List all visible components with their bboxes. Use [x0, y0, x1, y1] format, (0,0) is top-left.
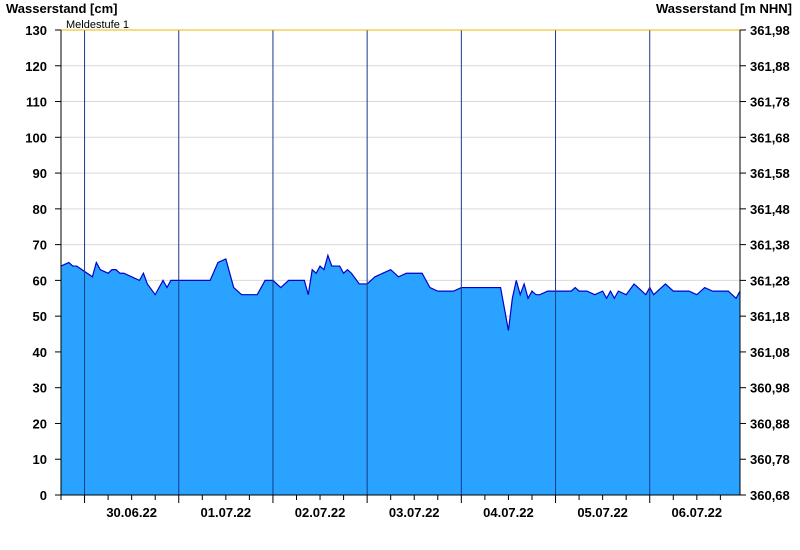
- x-tick-label: 03.07.22: [389, 505, 440, 520]
- y-tick-label-right: 361,38: [750, 238, 790, 253]
- threshold-label: Meldestufe 1: [66, 19, 129, 31]
- x-tick-label: 06.07.22: [672, 505, 723, 520]
- y-tick-label-left: 10: [33, 452, 47, 467]
- y-tick-label-right: 361,28: [750, 273, 790, 288]
- y-tick-label-right: 361,98: [750, 23, 790, 38]
- y-tick-label-left: 70: [33, 238, 47, 253]
- y-tick-label-right: 360,68: [750, 488, 790, 503]
- x-tick-label: 02.07.22: [295, 505, 346, 520]
- y-tick-label-left: 60: [33, 273, 47, 288]
- y-tick-label-right: 361,88: [750, 59, 790, 74]
- y-tick-label-left: 50: [33, 309, 47, 324]
- y-tick-label-right: 361,58: [750, 166, 790, 181]
- y-tick-label-left: 20: [33, 416, 47, 431]
- y-tick-label-left: 80: [33, 202, 47, 217]
- y-tick-label-left: 0: [40, 488, 47, 503]
- water-level-area: [61, 255, 740, 495]
- y-tick-label-right: 360,98: [750, 381, 790, 396]
- y-tick-label-left: 110: [26, 95, 47, 110]
- water-level-chart: Meldestufe 1 0 360,68 10 360,78 20 360,88 30 360…: [25, 19, 790, 520]
- y-tick-label-left: 100: [25, 130, 47, 145]
- x-tick-label: 05.07.22: [577, 505, 628, 520]
- y-tick-label-right: 360,88: [750, 416, 790, 431]
- y-tick-label-left: 90: [33, 166, 47, 181]
- y-tick-label-right: 361,18: [750, 309, 790, 324]
- y-tick-label-right: 361,68: [750, 130, 790, 145]
- y-tick-label-right: 360,78: [750, 452, 790, 467]
- y-tick-label-right: 361,48: [750, 202, 790, 217]
- x-tick-label: 01.07.22: [201, 505, 252, 520]
- x-tick-label: 04.07.22: [483, 505, 534, 520]
- y-tick-label-right: 361,78: [750, 95, 790, 110]
- y-tick-label-left: 120: [25, 59, 47, 74]
- y-tick-label-left: 130: [25, 23, 47, 38]
- y-tick-label-right: 361,08: [750, 345, 790, 360]
- y-tick-label-left: 30: [33, 381, 47, 396]
- y-tick-label-left: 40: [33, 345, 47, 360]
- x-tick-label: 30.06.22: [106, 505, 157, 520]
